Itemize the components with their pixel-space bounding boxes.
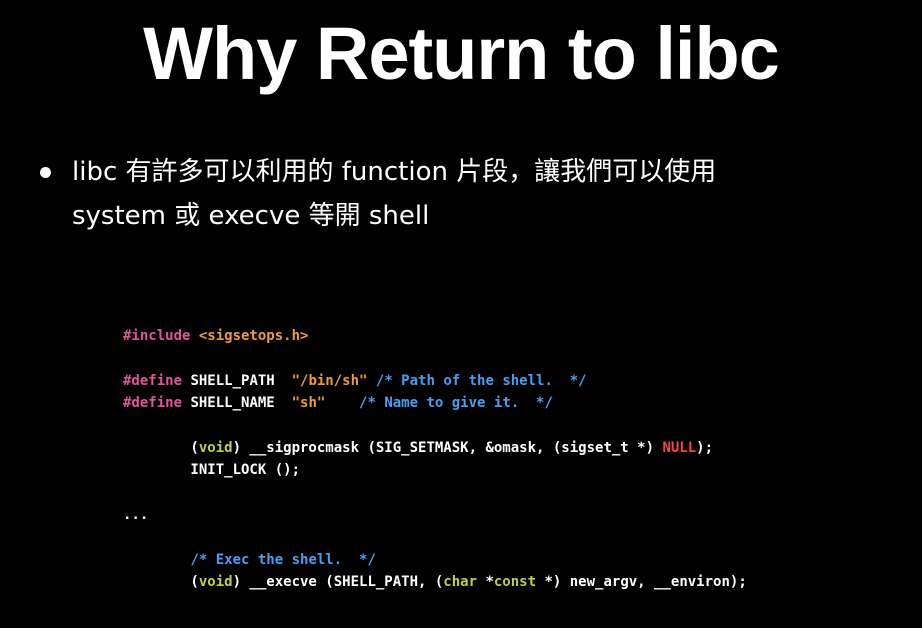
code-token-plain: ) __sigprocmask (SIG_SETMASK, &omask, (s… [232,439,663,456]
code-line: #include <sigsetops.h> [123,325,747,347]
code-token-plain: ( [123,439,199,456]
slide-title: Why Return to libc [143,12,780,95]
bullet-dot-icon [40,167,51,178]
code-token-kw: void [198,439,233,456]
bullet-line: libc 有許多可以利用的 function 片段，讓我們可以使用 [72,157,717,187]
code-token-pre: #include [123,328,199,344]
code-token-pre: #define [123,372,191,389]
code-line: INIT_LOCK (); [123,459,747,481]
code-token-str: "sh" [291,395,326,412]
code-line: #define SHELL_NAME "sh" /* Name to give … [123,392,747,414]
code-line: (void) __sigprocmask (SIG_SETMASK, &omas… [123,437,747,459]
code-token-kw: char [443,574,478,591]
code-token-plain: * [477,574,494,591]
code-token-kw: void [198,574,233,591]
code-token-pre: #define [123,395,191,412]
slide: Why Return to libc libc 有許多可以利用的 functio… [0,0,922,628]
code-line: (void) __execve (SHELL_PATH, (char *cons… [123,571,747,593]
code-token-str: "/bin/sh" [291,372,368,389]
code-token-plain: ) __execve (SHELL_PATH, ( [232,574,444,591]
bullet-line: system 或 execve 等開 shell [72,201,430,231]
bullet-item: libc 有許多可以利用的 function 片段，讓我們可以使用 system… [38,150,898,238]
code-token-cmt: /* Name to give it. */ [359,395,553,412]
code-token-plain: ... [123,507,149,524]
code-line: /* Exec the shell. */ [123,549,747,571]
code-token-plain: SHELL_NAME [190,395,292,412]
bullet-list: libc 有許多可以利用的 function 片段，讓我們可以使用 system… [38,150,898,238]
code-token-plain: *) new_argv, __environ); [536,574,747,591]
code-token-plain: SHELL_PATH [190,372,292,389]
code-token-plain: ( [123,574,199,591]
code-token-str: <sigsetops.h> [198,328,309,344]
code-token-plain: INIT_LOCK (); [123,462,301,479]
code-token-cmt: /* Path of the shell. */ [375,372,587,389]
code-line: ... [123,504,747,526]
code-token-kw: const [493,574,537,591]
code-token-plain: ); [696,439,714,456]
code-block: #include <sigsetops.h> #define SHELL_PATH… [123,325,747,594]
code-line: #define SHELL_PATH "/bin/sh" /* Path of … [123,370,747,392]
code-token-null: NULL [662,439,697,456]
code-token-cmt: /* Exec the shell. */ [190,551,376,568]
